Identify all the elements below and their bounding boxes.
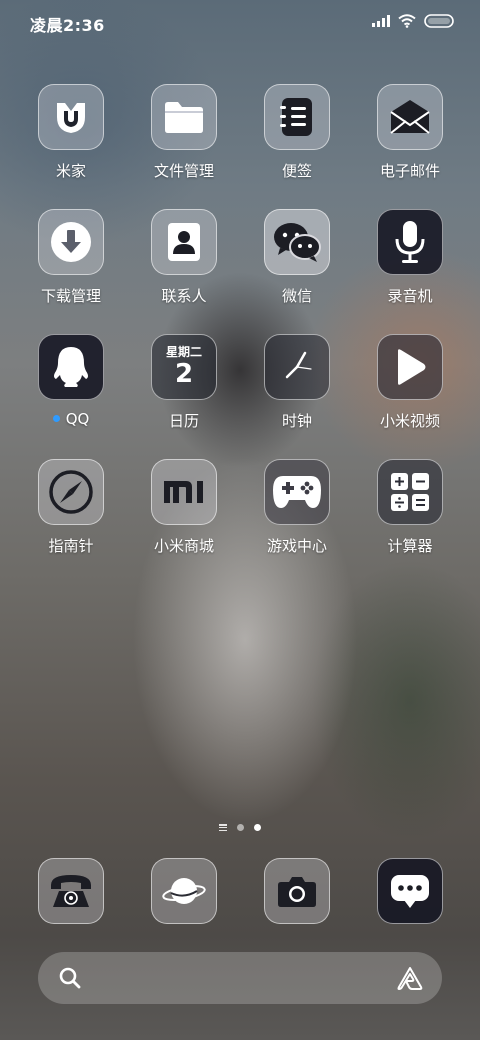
compass-icon bbox=[38, 459, 104, 525]
app-label: 便签 bbox=[281, 162, 312, 180]
wifi-icon bbox=[398, 14, 416, 28]
app-label: 指南针 bbox=[48, 537, 94, 555]
app-drawer-indicator-icon[interactable] bbox=[219, 824, 227, 831]
app-wechat[interactable]: 微信 bbox=[242, 209, 352, 306]
message-icon[interactable] bbox=[377, 858, 443, 924]
app-label: 录音机 bbox=[387, 287, 433, 305]
app-label: 米家 bbox=[55, 162, 86, 180]
page-dot-active[interactable] bbox=[254, 824, 261, 831]
mail-icon bbox=[377, 84, 443, 150]
app-mi-video[interactable]: 小米视频 bbox=[355, 334, 465, 431]
app-qq[interactable]: QQ bbox=[16, 334, 126, 428]
status-bar: 凌晨2:36 bbox=[0, 0, 480, 44]
download-icon bbox=[38, 209, 104, 275]
app-calendar[interactable]: 星期二 2 日历 bbox=[129, 334, 239, 431]
app-file-manager[interactable]: 文件管理 bbox=[129, 84, 239, 181]
folder-icon bbox=[151, 84, 217, 150]
page-indicator bbox=[0, 824, 480, 831]
phone-icon[interactable] bbox=[38, 858, 104, 924]
app-recorder[interactable]: 录音机 bbox=[355, 209, 465, 306]
browser-planet-icon[interactable] bbox=[151, 858, 217, 924]
app-label: 游戏中心 bbox=[266, 537, 327, 555]
app-label: 小米商城 bbox=[153, 537, 214, 555]
app-label: 日历 bbox=[168, 412, 199, 430]
app-compass[interactable]: 指南针 bbox=[16, 459, 126, 556]
calculator-icon bbox=[377, 459, 443, 525]
app-mijia[interactable]: 米家 bbox=[16, 84, 126, 181]
mijia-icon bbox=[38, 84, 104, 150]
page-dot[interactable] bbox=[237, 824, 244, 831]
app-label: 微信 bbox=[281, 287, 312, 305]
app-mi-store[interactable]: 小米商城 bbox=[129, 459, 239, 556]
app-label: 文件管理 bbox=[153, 162, 214, 180]
play-icon bbox=[377, 334, 443, 400]
app-label: 小米视频 bbox=[379, 412, 440, 430]
app-label: 电子邮件 bbox=[379, 162, 440, 180]
voice-assistant-icon[interactable] bbox=[396, 965, 424, 991]
app-download-manager[interactable]: 下载管理 bbox=[16, 209, 126, 306]
notes-icon bbox=[264, 84, 330, 150]
mi-logo-icon bbox=[151, 459, 217, 525]
contacts-icon bbox=[151, 209, 217, 275]
calendar-icon: 星期二 2 bbox=[151, 334, 217, 400]
camera-icon[interactable] bbox=[264, 858, 330, 924]
wechat-icon bbox=[264, 209, 330, 275]
new-notification-dot bbox=[52, 415, 60, 422]
status-time: 凌晨2:36 bbox=[30, 16, 105, 35]
app-notes[interactable]: 便签 bbox=[242, 84, 352, 181]
search-bar[interactable] bbox=[38, 952, 442, 1004]
status-icons bbox=[372, 14, 454, 28]
app-label: 下载管理 bbox=[40, 287, 101, 305]
calendar-weekday: 星期二 bbox=[165, 345, 202, 359]
qq-penguin-icon bbox=[38, 334, 104, 400]
app-clock[interactable]: 时钟 bbox=[242, 334, 352, 431]
signal-icon bbox=[372, 15, 390, 27]
app-label: 联系人 bbox=[161, 287, 207, 305]
calendar-day: 2 bbox=[174, 359, 194, 389]
gamepad-icon bbox=[264, 459, 330, 525]
app-email[interactable]: 电子邮件 bbox=[355, 84, 465, 181]
microphone-icon bbox=[377, 209, 443, 275]
app-label: 时钟 bbox=[281, 412, 312, 430]
dock bbox=[0, 858, 480, 928]
app-game-center[interactable]: 游戏中心 bbox=[242, 459, 352, 556]
app-label: QQ bbox=[16, 410, 126, 428]
clock-icon bbox=[264, 334, 330, 400]
app-label: 计算器 bbox=[387, 537, 433, 555]
app-label-text: QQ bbox=[65, 410, 90, 428]
battery-icon bbox=[424, 14, 454, 28]
search-icon bbox=[59, 967, 81, 989]
app-contacts[interactable]: 联系人 bbox=[129, 209, 239, 306]
app-calculator[interactable]: 计算器 bbox=[355, 459, 465, 556]
